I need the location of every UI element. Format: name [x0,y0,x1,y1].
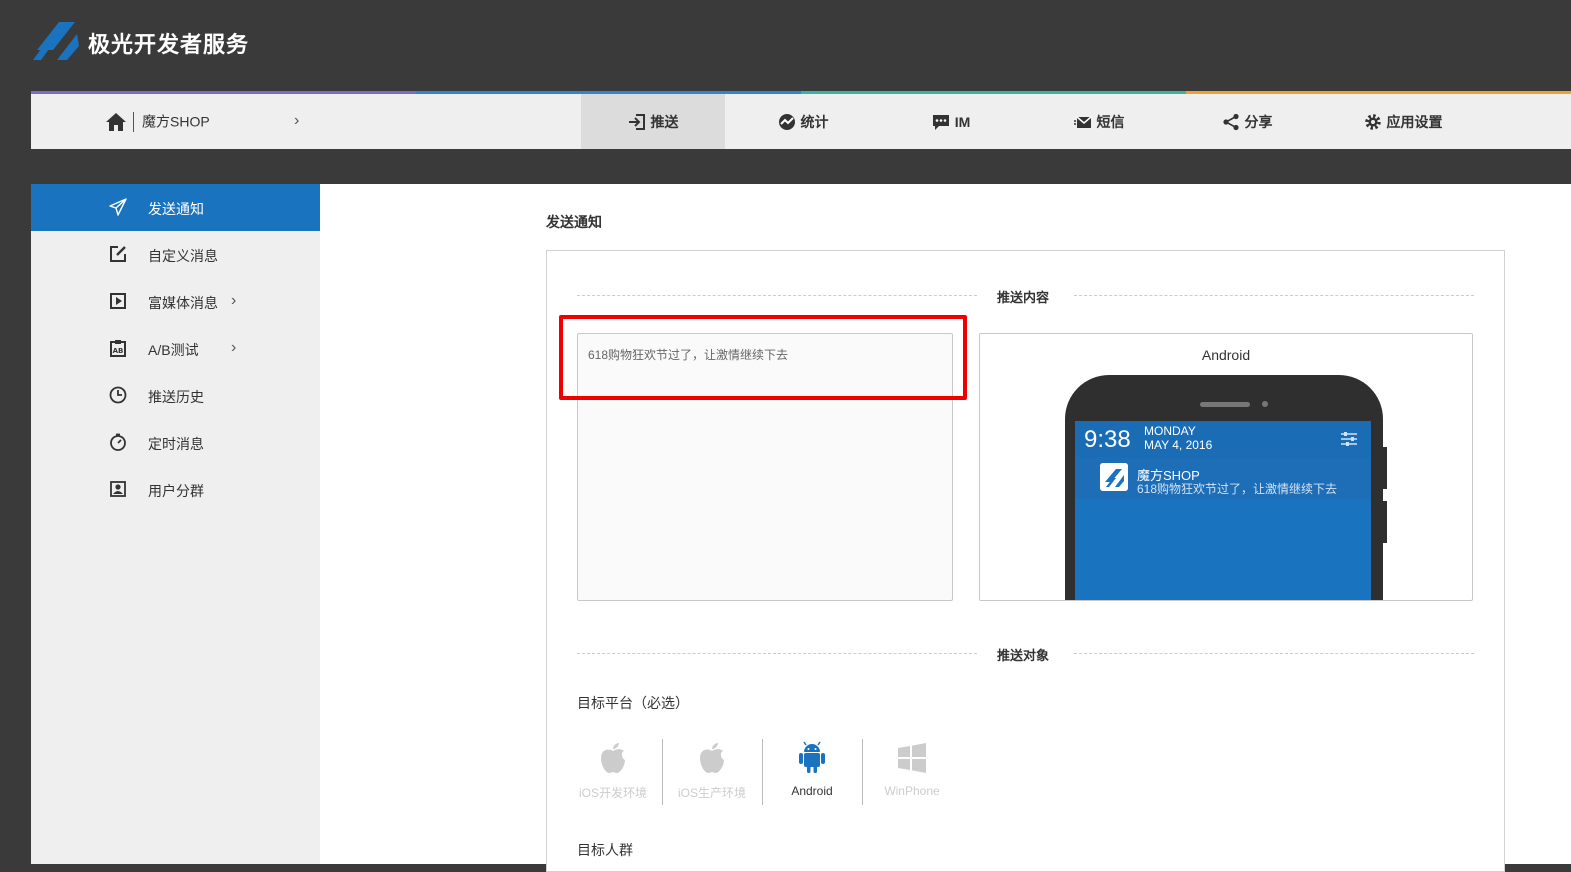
date-block: MONDAY MAY 4, 2016 [1144,424,1212,452]
share-icon [1222,113,1239,130]
phone-mockup: 9:38 MONDAY MAY 4, 2016 魔方SHOP 618购物狂欢节过… [1065,375,1383,600]
sidebar-item-custom-message[interactable]: 自定义消息 [31,231,320,278]
platform-label: Android [791,784,833,798]
sidebar-item-label: 用户分群 [148,483,204,499]
dashed-divider [1074,295,1474,296]
section-header-content: 推送内容 [577,285,1474,305]
sidebar-item-push-history[interactable]: 推送历史 [31,372,320,419]
phone-side-button [1382,501,1387,543]
tab-share-label: 分享 [1244,113,1273,130]
sidebar-item-label: 推送历史 [148,389,204,405]
settings-sliders-icon [1341,432,1357,446]
chat-icon [932,114,949,130]
platform-ios-dev[interactable]: iOS开发环境 [564,736,662,806]
page-title: 发送通知 [546,214,602,230]
sidebar-item-user-group[interactable]: 用户分群 [31,466,320,513]
tab-app-settings-label: 应用设置 [1386,113,1443,130]
phone-side-button [1382,447,1387,489]
nav-bar: 魔方SHOP › 推送 统计 IM 短信 分享 应用设置 [31,94,1571,149]
timer-icon [110,433,126,451]
apple-icon [601,743,625,773]
notification-body: 618购物狂欢节过了，让激情继续下去 [1137,482,1338,496]
tab-share[interactable]: 分享 [1175,94,1319,149]
dashed-divider [1074,653,1474,654]
platform-android[interactable]: Android [763,736,861,806]
apple-icon [700,743,724,773]
user-group-icon [110,481,126,497]
weekday: MONDAY [1144,424,1196,438]
target-platform-label: 目标平台（必选） [577,695,689,711]
top-bar: 极光开发者服务 [0,0,1571,92]
chevron-right-icon: › [231,339,237,356]
sidebar-item-scheduled[interactable]: 定时消息 [31,419,320,466]
date: MAY 4, 2016 [1144,438,1213,452]
push-icon [628,113,645,130]
platform-winphone[interactable]: WinPhone [863,736,961,806]
chevron-right-icon[interactable]: › [294,112,299,130]
tab-stats[interactable]: 统计 [731,94,875,149]
lock-status-bar: 9:38 MONDAY MAY 4, 2016 [1075,421,1371,457]
tab-stats-label: 统计 [800,113,829,130]
clock-time: 9:38 [1084,426,1131,453]
phone-camera [1262,401,1268,407]
ab-test-icon: AB [110,340,126,357]
section-title: 推送内容 [997,290,1050,305]
edit-icon [110,246,126,262]
platform-label: WinPhone [884,784,940,798]
home-icon[interactable] [105,112,127,132]
chevron-right-icon: › [231,292,237,309]
preview-platform-label: Android [1201,347,1251,363]
logo-icon [33,22,79,60]
phone-screen: 9:38 MONDAY MAY 4, 2016 魔方SHOP 618购物狂欢节过… [1075,421,1371,600]
android-preview: Android 9:38 MONDAY MAY 4, 2016 魔方SHOP 6… [979,333,1473,601]
breadcrumb[interactable]: 魔方SHOP [105,111,210,132]
dashed-divider [577,653,977,654]
tab-im-label: IM [954,113,971,130]
notification-item: 魔方SHOP 618购物狂欢节过了，让激情继续下去 [1075,457,1371,499]
tab-push[interactable]: 推送 [581,94,725,149]
brand-title: 极光开发者服务 [88,32,250,57]
send-icon [109,198,127,216]
main-content: 发送通知 推送内容 618购物狂欢节过了，让激情继续下去 Android 9:3… [320,184,1571,872]
tab-sms[interactable]: 短信 [1027,94,1171,149]
target-audience-label: 目标人群 [577,842,633,858]
section-header-target: 推送对象 [577,643,1474,663]
sidebar-item-send-notification[interactable]: 发送通知 [31,184,320,231]
dashed-divider [577,295,977,296]
phone-speaker [1200,402,1250,407]
breadcrumb-separator [133,111,134,132]
stats-icon [778,113,795,130]
android-icon [799,741,825,773]
media-icon [110,293,126,309]
sidebar-item-label: A/B测试 [148,342,199,358]
tab-sms-label: 短信 [1096,113,1125,130]
clock-icon [109,386,127,404]
send-form-panel: 推送内容 618购物狂欢节过了，让激情继续下去 Android 9:38 MON… [546,250,1505,872]
sms-icon [1073,115,1091,128]
sidebar-item-label: 富媒体消息 [148,295,218,311]
windows-icon [898,743,926,773]
sidebar: 发送通知 自定义消息 富媒体消息 › AB A/B测试 › 推送历史 定时消息 … [31,184,320,864]
sidebar-item-rich-media[interactable]: 富媒体消息 › [31,278,320,325]
sidebar-item-label: 发送通知 [148,201,204,217]
app-logo-icon [1100,463,1128,491]
tab-push-label: 推送 [650,113,679,130]
platform-ios-prod[interactable]: iOS生产环境 [663,736,761,806]
platform-label: iOS开发环境 [578,786,647,800]
sidebar-item-label: 定时消息 [148,436,204,452]
tab-app-settings[interactable]: 应用设置 [1331,94,1475,149]
gear-icon [1364,113,1381,130]
section-title: 推送对象 [997,648,1050,663]
svg-text:AB: AB [113,347,124,355]
app-name[interactable]: 魔方SHOP [142,114,210,130]
platform-label: iOS生产环境 [677,786,746,800]
highlight-box [559,315,967,400]
sidebar-item-label: 自定义消息 [148,248,218,264]
sidebar-item-ab-test[interactable]: AB A/B测试 › [31,325,320,372]
tab-im[interactable]: IM [879,94,1023,149]
